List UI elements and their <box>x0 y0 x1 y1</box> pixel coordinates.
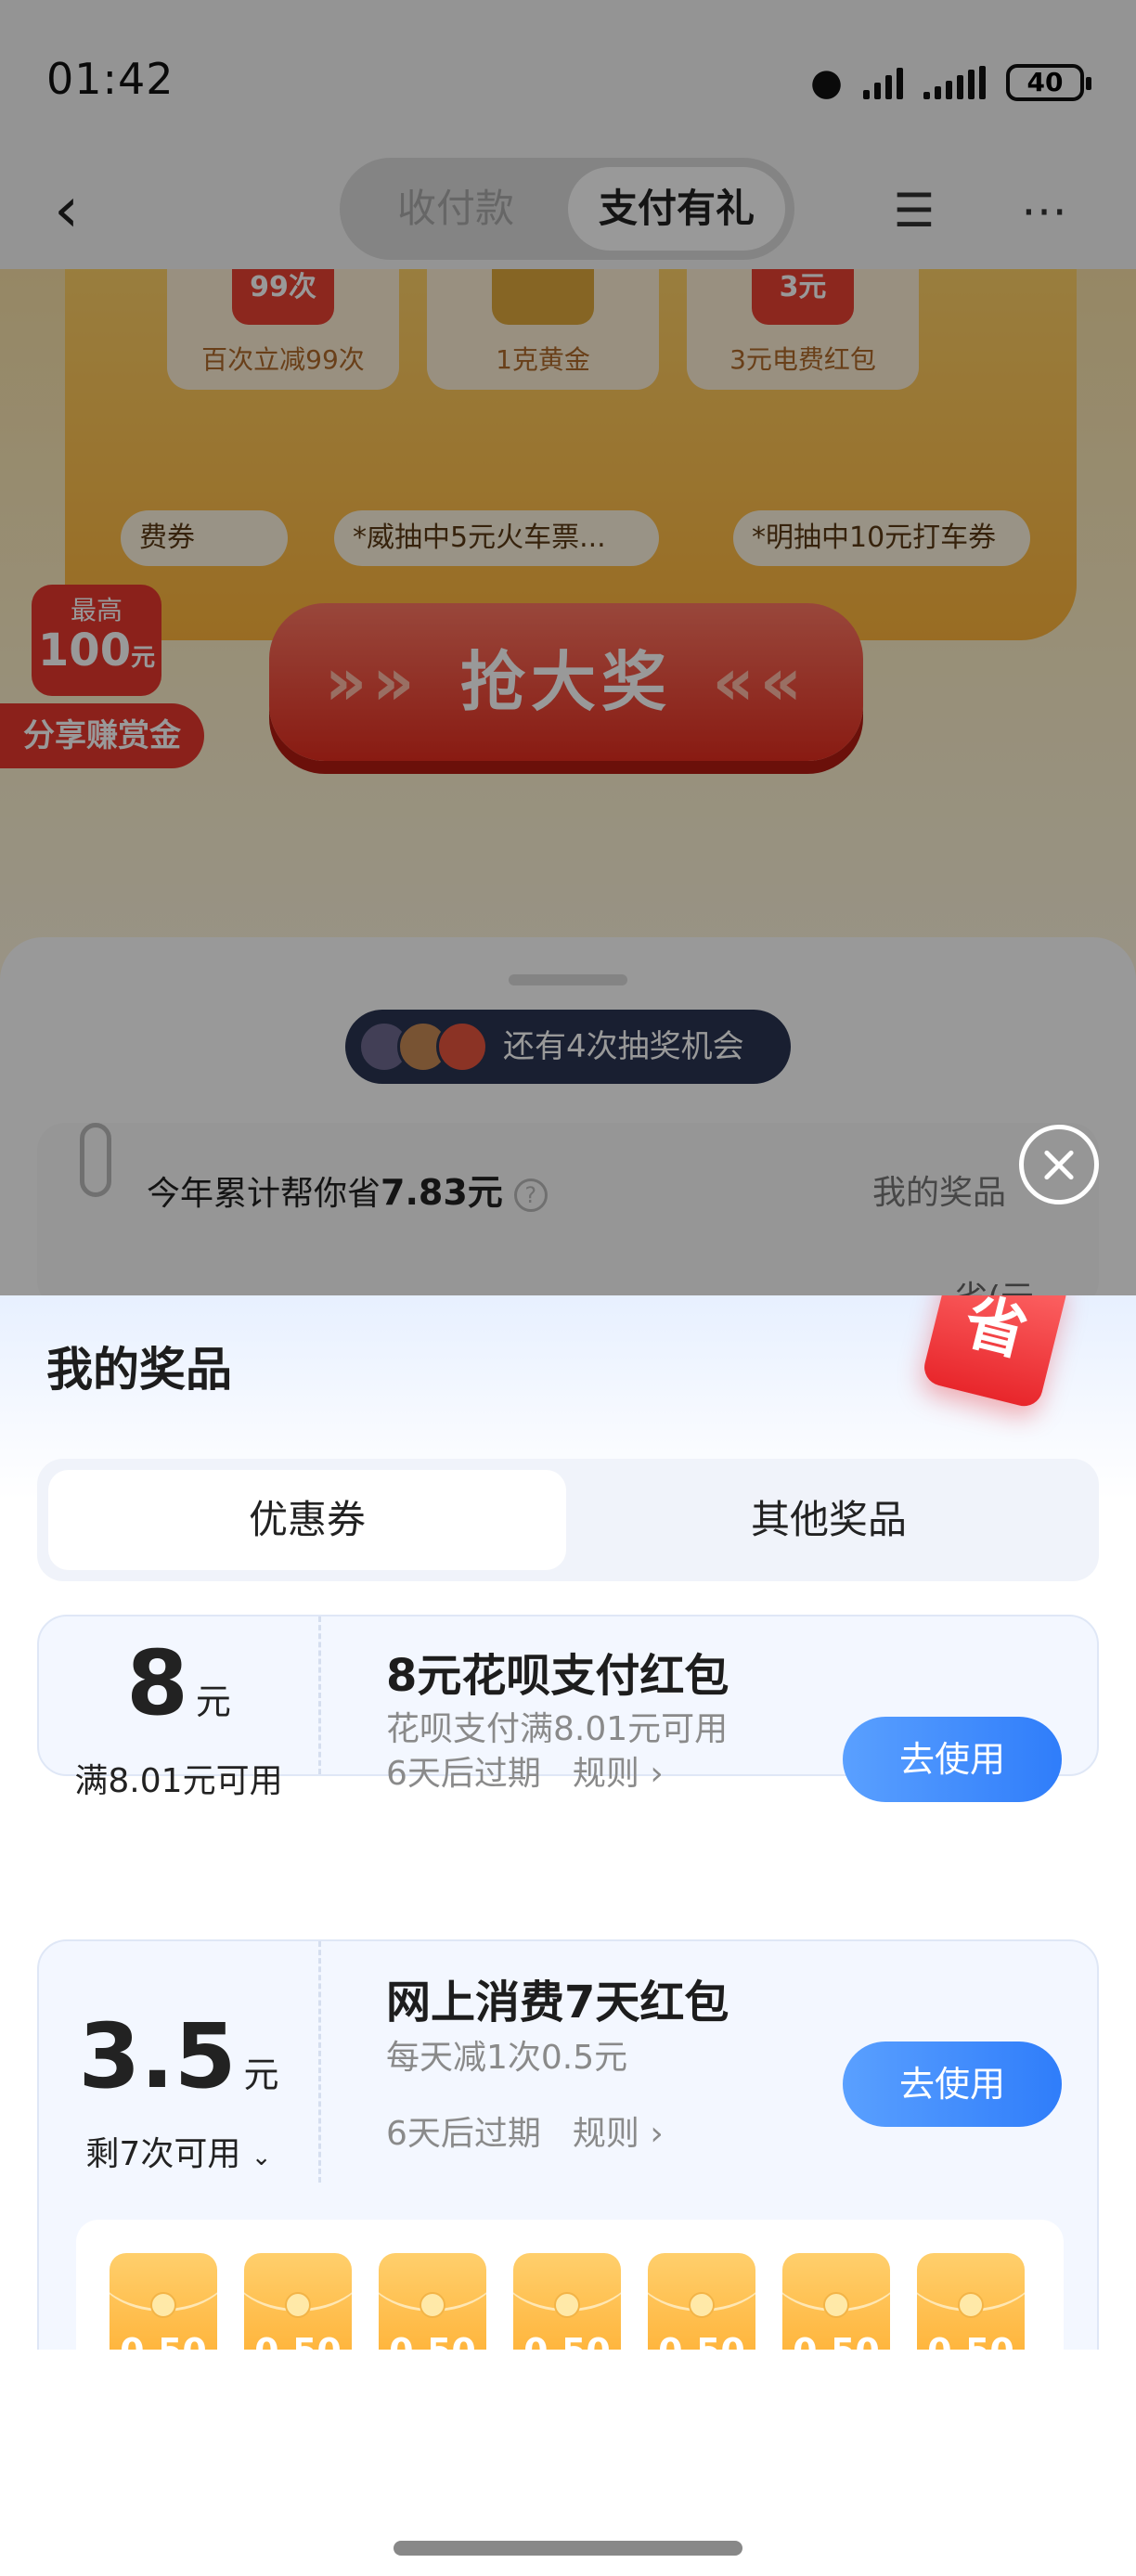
coupon-card: 8元 满8.01元可用 8元花呗支付红包 花呗支付满8.01元可用 6天后过期规… <box>37 1615 1099 1802</box>
home-indicator[interactable] <box>394 2541 742 2556</box>
coupon-amount-value: 8 <box>126 1631 188 1735</box>
coupon-desc: 花呗支付满8.01元可用 <box>386 1710 729 1748</box>
sheet-title: 我的奖品 <box>46 1343 232 1397</box>
coupon-meta: 6天后过期 规则 › <box>386 2106 664 2155</box>
coupon-expiry: 6天后过期 <box>386 1755 541 1793</box>
coupon-amount-value: 3.5 <box>78 2004 237 2108</box>
use-coupon-button[interactable]: 去使用 <box>843 1717 1062 1802</box>
coupon-title: 8元花呗支付红包 <box>386 1650 729 1702</box>
coupon-amount-section: 8元 满8.01元可用 <box>39 1616 321 1800</box>
coin-icon <box>958 2292 984 2318</box>
coupon-title: 网上消费7天红包 <box>386 1977 729 2029</box>
coupon-unit: 元 <box>195 1681 231 1722</box>
bottom-safe-area <box>0 2350 1136 2576</box>
close-icon[interactable] <box>1019 1125 1099 1204</box>
coin-icon <box>823 2292 849 2318</box>
coin-icon <box>689 2292 715 2318</box>
use-coupon-button[interactable]: 去使用 <box>843 2041 1062 2127</box>
chevron-down-icon[interactable]: ⌄ <box>252 2144 272 2171</box>
coupon-condition: 满8.01元可用 <box>74 1762 283 1800</box>
coupon-rule-link[interactable]: 规则 › <box>573 1755 664 1793</box>
coupon-desc: 每天减1次0.5元 <box>386 2039 628 2077</box>
coupon-amount: 8元 <box>39 1639 318 1746</box>
coin-icon <box>285 2292 311 2318</box>
coupon-condition: 剩7次可用 ⌄ <box>39 2127 318 2175</box>
coin-icon <box>150 2292 176 2318</box>
coin-icon <box>554 2292 580 2318</box>
tag-char: 省 <box>957 1295 1035 1370</box>
coupon-amount-section: 3.5 元 剩7次可用 ⌄ <box>39 1941 321 2183</box>
coupon-rule-link[interactable]: 规则 › <box>573 2115 664 2153</box>
coupon-expiry: 6天后过期 <box>386 2115 541 2153</box>
tab-other-prizes[interactable]: 其他奖品 <box>570 1470 1088 1570</box>
coupon-meta: 6天后过期 规则 › <box>386 1746 664 1795</box>
coupon-amount: 3.5 元 <box>39 2012 318 2119</box>
coin-icon <box>420 2292 445 2318</box>
coupon-condition-text: 剩7次可用 <box>85 2135 241 2173</box>
tab-coupons[interactable]: 优惠券 <box>48 1470 566 1570</box>
coupon-unit: 元 <box>243 2054 279 2095</box>
prize-tabs: 优惠券 其他奖品 <box>37 1459 1099 1581</box>
